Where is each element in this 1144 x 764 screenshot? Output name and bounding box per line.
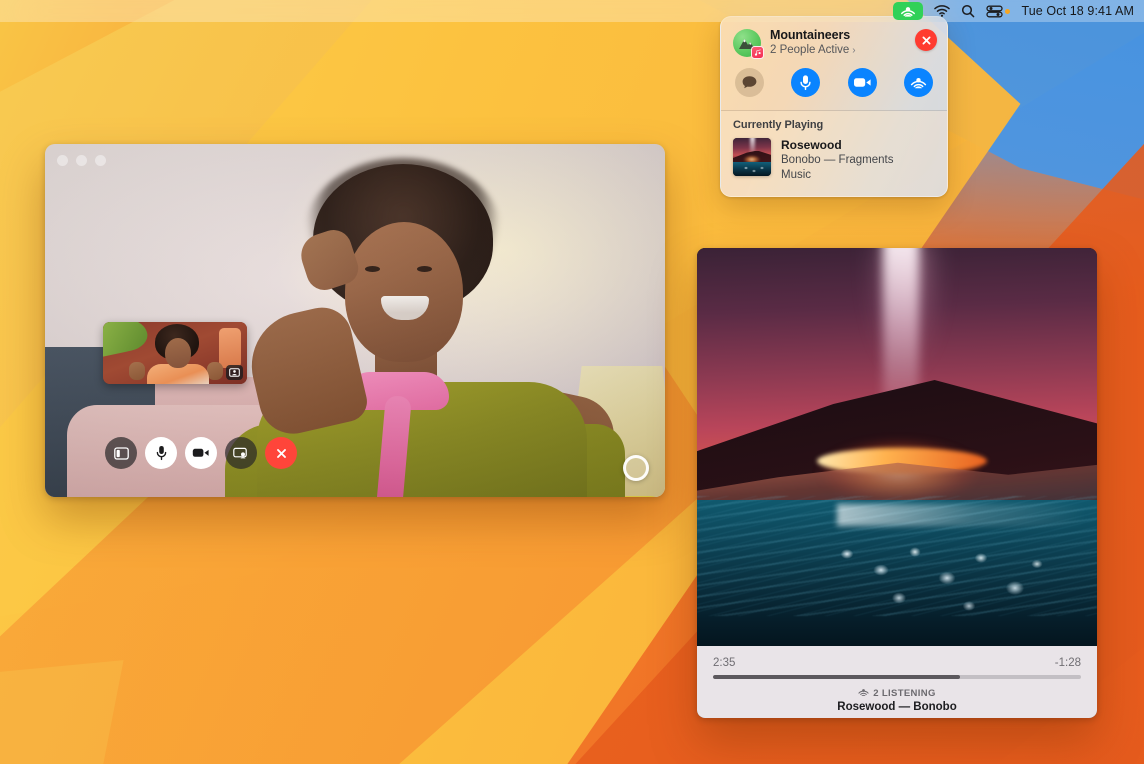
track-title: Rosewood xyxy=(781,138,894,153)
shareplay-controls-row xyxy=(721,58,947,110)
self-view-lamp xyxy=(219,328,241,368)
desktop: Tue Oct 18 9:41 AM xyxy=(0,0,1144,764)
listening-status: 2 LISTENING xyxy=(713,687,1081,700)
shareplay-participants-label: 2 People Active xyxy=(770,43,849,58)
chevron-right-icon: › xyxy=(852,43,855,58)
close-window-button[interactable] xyxy=(57,155,68,166)
search-icon[interactable] xyxy=(961,4,975,18)
avatar xyxy=(733,29,761,57)
currently-playing-label: Currently Playing xyxy=(733,119,935,131)
shareplay-icon xyxy=(858,687,869,700)
self-view-tile[interactable] xyxy=(103,322,247,384)
microphone-button[interactable] xyxy=(145,437,177,469)
control-center-icon[interactable] xyxy=(986,5,1010,18)
control-center-status-dot xyxy=(1005,9,1010,14)
playback-progress-fill xyxy=(713,675,960,679)
window-traffic-lights xyxy=(57,155,106,166)
shareplay-group-info: Mountaineers 2 People Active › xyxy=(770,28,906,58)
artwork-sheen xyxy=(837,504,1087,526)
shareplay-icon[interactable] xyxy=(893,2,923,20)
remaining-time: -1:28 xyxy=(1055,657,1081,669)
microphone-button[interactable] xyxy=(791,68,820,97)
playback-scrubber[interactable] xyxy=(713,675,1081,679)
shareplay-close-button[interactable] xyxy=(915,29,937,51)
video-button[interactable] xyxy=(185,437,217,469)
reaction-ring-icon[interactable] xyxy=(623,455,649,481)
shareplay-participants-row[interactable]: 2 People Active › xyxy=(770,43,906,58)
music-app-badge-icon xyxy=(751,46,764,59)
end-call-button[interactable] xyxy=(265,437,297,469)
self-view-face xyxy=(165,338,191,368)
track-metadata: Rosewood Bonobo — Fragments Music xyxy=(781,138,894,183)
share-screen-button[interactable] xyxy=(225,437,257,469)
track-app: Music xyxy=(781,168,894,183)
menu-bar-status-items: Tue Oct 18 9:41 AM xyxy=(893,2,1134,20)
messages-button[interactable] xyxy=(735,68,764,97)
elapsed-time: 2:35 xyxy=(713,657,735,669)
shareplay-group-name: Mountaineers xyxy=(770,28,906,43)
shareplay-popover-header: Mountaineers 2 People Active › xyxy=(721,17,947,58)
minimize-window-button[interactable] xyxy=(76,155,87,166)
self-view-hand-left xyxy=(129,362,145,380)
media-transport-bar: 2:35 -1:28 2 LISTENING Rosewood — Bonobo xyxy=(697,646,1097,718)
menu-bar-clock[interactable]: Tue Oct 18 9:41 AM xyxy=(1021,4,1134,18)
video-button[interactable] xyxy=(848,68,877,97)
shareplay-popover[interactable]: Mountaineers 2 People Active › xyxy=(720,16,948,197)
album-art xyxy=(733,138,771,176)
now-playing-title: Rosewood — Bonobo xyxy=(713,701,1081,713)
zoom-window-button[interactable] xyxy=(95,155,106,166)
media-player-window[interactable]: 2:35 -1:28 2 LISTENING Rosewood — Bonobo xyxy=(697,248,1097,718)
currently-playing-track[interactable]: Rosewood Bonobo — Fragments Music xyxy=(733,138,935,183)
sidebar-toggle-button[interactable] xyxy=(105,437,137,469)
artwork-foam xyxy=(829,536,1059,622)
facetime-window[interactable] xyxy=(45,144,665,497)
listening-count-label: 2 LISTENING xyxy=(873,688,935,699)
shareplay-button[interactable] xyxy=(904,68,933,97)
self-view-hand-right xyxy=(207,362,223,380)
wifi-icon[interactable] xyxy=(934,5,950,17)
person-card-icon[interactable] xyxy=(226,365,243,380)
facetime-toolbar xyxy=(105,437,297,469)
media-time-row: 2:35 -1:28 xyxy=(713,657,1081,669)
track-artist: Bonobo — Fragments xyxy=(781,153,894,168)
currently-playing-section: Currently Playing Rosewood Bonobo — Frag… xyxy=(721,111,947,196)
menu-bar: Tue Oct 18 9:41 AM xyxy=(0,0,1144,22)
media-artwork xyxy=(697,248,1097,646)
